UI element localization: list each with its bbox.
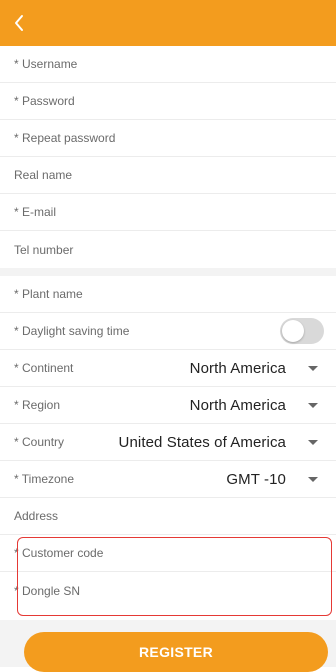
daylight-saving-label: * Daylight saving time — [14, 324, 130, 338]
timezone-select[interactable]: * Timezone GMT -10 — [0, 461, 336, 498]
daylight-saving-row: * Daylight saving time — [0, 313, 336, 350]
customer-code-field[interactable]: * Customer code — [0, 535, 336, 572]
address-field[interactable]: Address — [0, 498, 336, 535]
account-section: * Username * Password * Repeat password … — [0, 46, 336, 268]
plant-name-placeholder: * Plant name — [14, 287, 83, 301]
region-select[interactable]: * Region North America — [0, 387, 336, 424]
username-placeholder: * Username — [14, 57, 78, 71]
continent-value: North America — [189, 359, 286, 377]
password-field[interactable]: * Password — [0, 83, 336, 120]
real-name-placeholder: Real name — [14, 168, 73, 182]
address-placeholder: Address — [14, 509, 59, 523]
continent-label: * Continent — [14, 361, 74, 375]
chevron-down-icon — [308, 365, 318, 371]
continent-select[interactable]: * Continent North America — [0, 350, 336, 387]
section-divider — [0, 268, 336, 276]
chevron-down-icon — [308, 402, 318, 408]
register-screen: * Username * Password * Repeat password … — [0, 0, 336, 672]
timezone-label: * Timezone — [14, 472, 75, 486]
chevron-down-icon — [308, 439, 318, 445]
register-button[interactable]: REGISTER — [24, 632, 328, 672]
daylight-saving-toggle[interactable] — [280, 318, 324, 344]
username-field[interactable]: * Username — [0, 46, 336, 83]
repeat-password-field[interactable]: * Repeat password — [0, 120, 336, 157]
back-button[interactable] — [0, 0, 36, 46]
real-name-field[interactable]: Real name — [0, 157, 336, 194]
plant-section: * Plant name * Daylight saving time * Co… — [0, 276, 336, 609]
region-label: * Region — [14, 398, 61, 412]
country-value: United States of America — [118, 433, 286, 451]
password-placeholder: * Password — [14, 94, 75, 108]
email-placeholder: * E-mail — [14, 205, 57, 219]
country-label: * Country — [14, 435, 65, 449]
email-field[interactable]: * E-mail — [0, 194, 336, 231]
country-select[interactable]: * Country United States of America — [0, 424, 336, 461]
region-value: North America — [189, 396, 286, 414]
plant-name-field[interactable]: * Plant name — [0, 276, 336, 313]
tel-number-placeholder: Tel number — [14, 242, 74, 257]
toggle-knob — [282, 320, 304, 342]
chevron-down-icon — [308, 476, 318, 482]
tel-number-field[interactable]: Tel number — [0, 231, 336, 268]
timezone-value: GMT -10 — [226, 470, 286, 488]
chevron-left-icon — [15, 15, 23, 31]
dongle-sn-field[interactable]: * Dongle SN — [0, 572, 336, 609]
dongle-sn-placeholder: * Dongle SN — [14, 583, 81, 598]
top-bar — [0, 0, 336, 46]
repeat-password-placeholder: * Repeat password — [14, 131, 116, 145]
customer-code-placeholder: * Customer code — [14, 546, 104, 560]
